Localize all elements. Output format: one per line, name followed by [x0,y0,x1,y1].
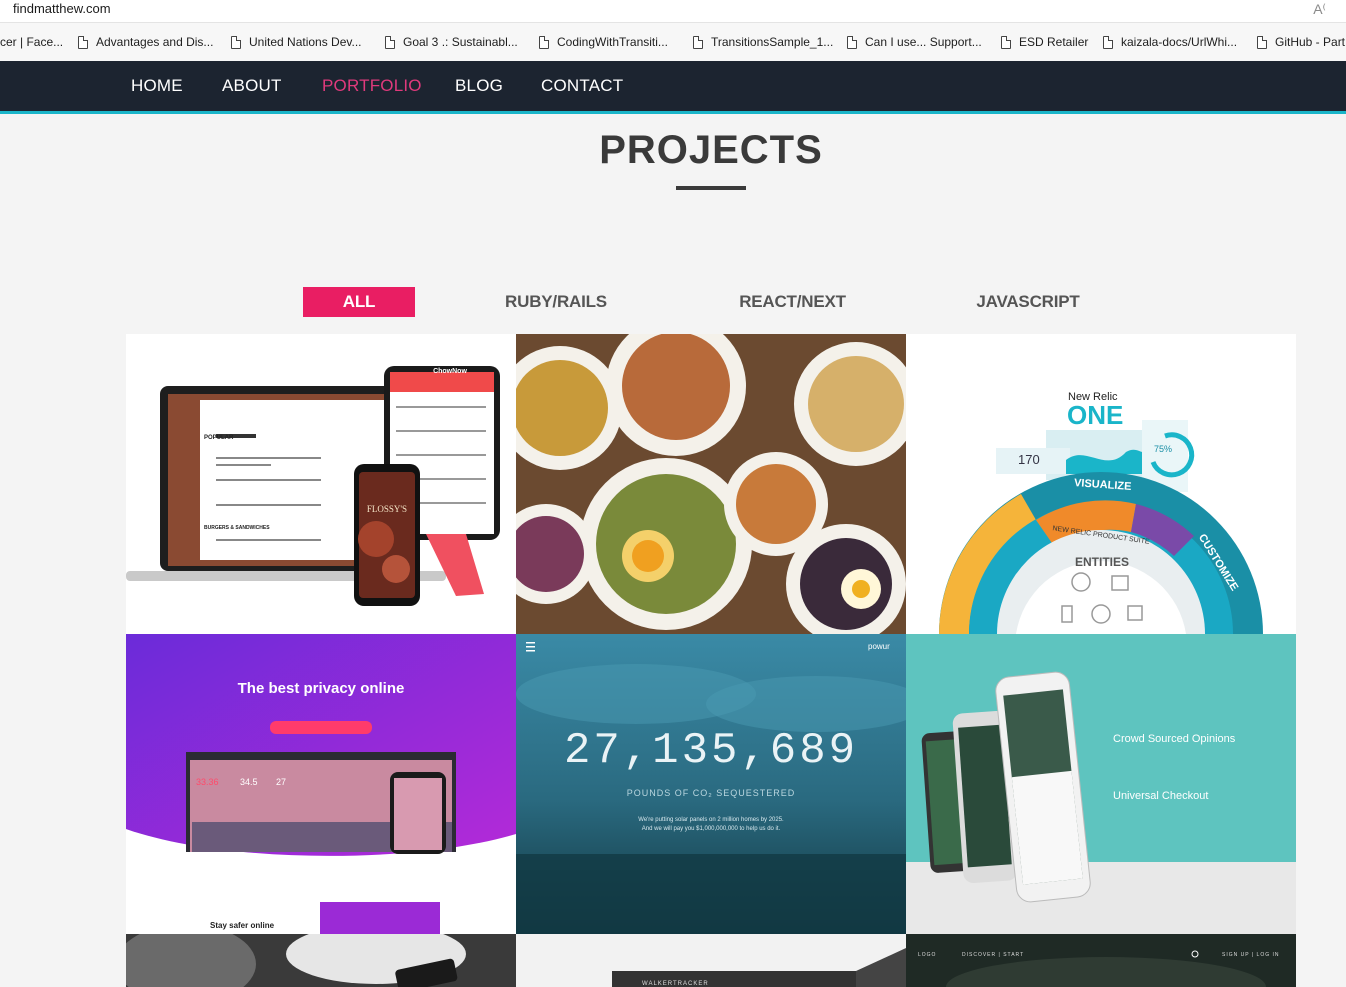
project-9-auth: SIGN UP | LOG IN [1222,952,1280,958]
project-tile-brave[interactable]: The best privacy online Stay safer onlin… [126,634,516,934]
page-icon [693,35,703,49]
nav-portfolio[interactable]: PORTFOLIO [322,75,422,97]
project-tile-9[interactable]: LOGO DISCOVER | START SIGN UP | LOG IN [906,934,1296,987]
crowd-heading-2: Universal Checkout [1113,790,1209,802]
bookmark-item[interactable]: cer | Face... [0,33,63,51]
bookmark-item[interactable]: GitHub - Part [1257,33,1345,51]
bookmark-label: Can I use... Support... [865,35,982,49]
url-text[interactable]: findmatthew.com [13,0,111,18]
solar-line-1: We're putting solar panels on 2 million … [638,817,784,823]
bookmark-item[interactable]: ESD Retailer [1001,33,1088,51]
bookmark-label: ESD Retailer [1019,35,1089,49]
bookmark-label: TransitionsSample_1... [711,35,834,49]
nav-contact[interactable]: CONTACT [541,75,623,97]
solar-caption: POUNDS OF CO₂ SEQUESTERED [626,788,796,798]
bookmark-label: Advantages and Dis... [96,35,214,49]
page-icon [231,35,241,49]
crowd-heading-1: Crowd Sourced Opinions [1113,733,1236,745]
page-icon [78,35,88,49]
bookmark-item[interactable]: kaizala-docs/UrlWhi... [1103,33,1237,51]
brave-stat-1: 33.36 [196,777,219,787]
solar-brand: powur [868,642,890,651]
project-tile-7[interactable] [126,934,516,987]
brave-headline: The best privacy online [237,680,405,697]
filter-react-next[interactable]: REACT/NEXT [726,287,859,317]
project-tile-solar[interactable]: powur 27,135,689 POUNDS OF CO₂ SEQUESTER… [516,634,906,934]
project-tile-chownow[interactable]: ChowNow POPULAR BURGERS & SANDWICHES FLO… [126,334,516,634]
walker-brand: WALKERTRACKER [642,981,709,987]
address-bar[interactable]: findmatthew.com A⁽ [0,0,1346,23]
solar-counter: 27,135,689 [563,726,859,776]
nav-home[interactable]: HOME [131,75,183,97]
nav-blog[interactable]: BLOG [455,75,503,97]
bookmark-item[interactable]: Can I use... Support... [847,33,982,51]
new-relic-percent: 75% [1154,444,1173,454]
solar-line-2: And we will pay you $1,000,000,000 to he… [641,826,781,832]
filter-ruby-rails[interactable]: RUBY/RAILS [493,287,619,317]
page-icon [539,35,549,49]
chownow-brand: FLOSSY'S [366,504,408,514]
new-relic-entities: ENTITIES [1075,555,1130,569]
bookmark-item[interactable]: TransitionsSample_1... [693,33,833,51]
bookmark-label: GitHub - Part [1275,35,1346,49]
brave-footer: Stay safer online [210,921,275,930]
bookmark-label: Goal 3 .: Sustainabl... [403,35,518,49]
page-title: PROJECTS [599,128,823,172]
new-relic-brand-main: ONE [1067,400,1124,430]
brave-stat-2: 34.5 [240,777,258,787]
title-underline [676,186,746,190]
page-icon [1001,35,1011,49]
filter-javascript[interactable]: JAVASCRIPT [966,287,1090,317]
chownow-popular: POPULAR [204,435,234,441]
bookmark-item[interactable]: Goal 3 .: Sustainabl... [385,33,518,51]
read-aloud-icon[interactable]: A⁽ [1313,0,1326,18]
bookmark-label: CodingWithTransiti... [557,35,668,49]
project-tile-crowd-opinions[interactable]: Crowd Sourced Opinions Universal Checkou… [906,634,1296,934]
page-icon [1103,35,1113,49]
chownow-app-name: ChowNow [433,368,467,375]
project-tile-new-relic[interactable]: New Relic ONE 170 75% VISUALIZE CONTEXTU… [906,334,1296,634]
bookmark-item[interactable]: CodingWithTransiti... [539,33,668,51]
nav-about[interactable]: ABOUT [222,75,282,97]
chownow-burgers: BURGERS & SANDWICHES [204,525,270,531]
project-tile-food-photo[interactable] [516,334,906,634]
bookmark-item[interactable]: United Nations Dev... [231,33,362,51]
new-relic-stat: 170 [1018,452,1040,467]
project-tile-walker-tracker[interactable]: WALKERTRACKER [516,934,906,987]
bookmark-label: United Nations Dev... [249,35,362,49]
project-9-logo: LOGO [918,952,937,958]
bookmark-label: kaizala-docs/UrlWhi... [1121,35,1238,49]
bookmark-item[interactable]: Advantages and Dis... [78,33,213,51]
site-nav: HOME ABOUT PORTFOLIO BLOG CONTACT [0,61,1346,114]
page-icon [1257,35,1267,49]
brave-stat-3: 27 [276,777,287,787]
bookmark-label: cer | Face... [0,35,64,49]
page-icon [385,35,395,49]
project-9-menu: DISCOVER | START [962,952,1025,958]
bookmarks-bar: cer | Face... Advantages and Dis... Unit… [0,23,1346,61]
page-icon [847,35,857,49]
filter-all[interactable]: ALL [303,287,415,317]
